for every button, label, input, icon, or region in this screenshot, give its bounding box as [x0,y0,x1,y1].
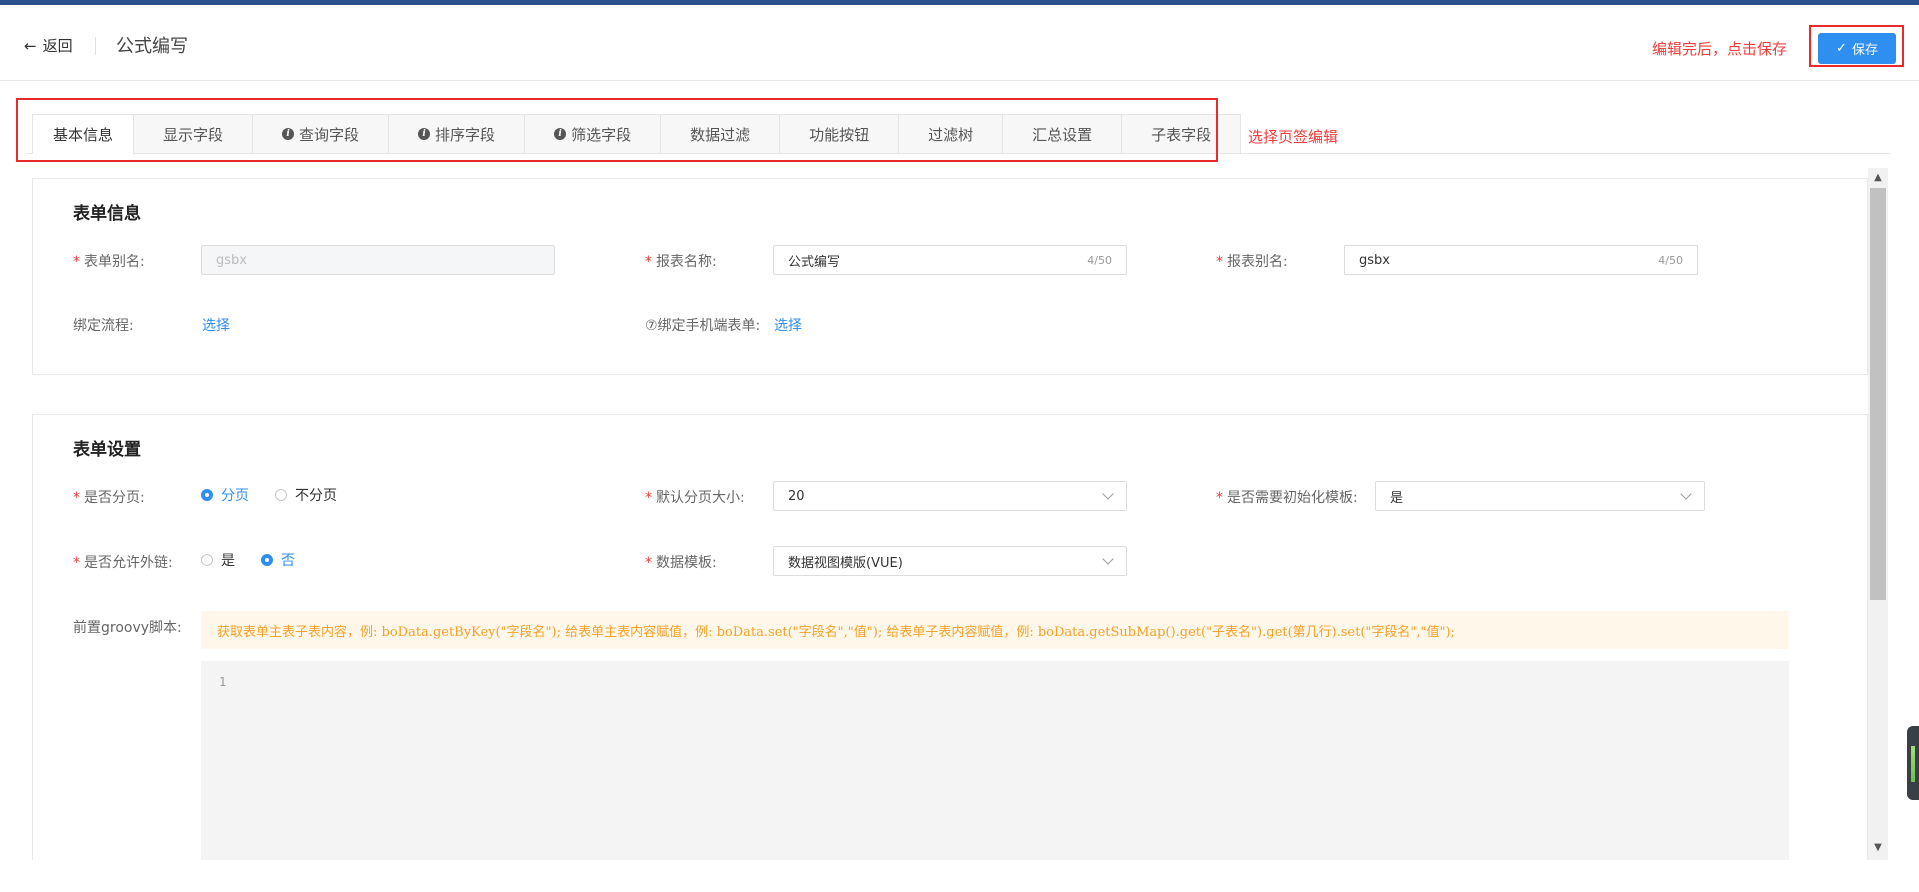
scroll-down-icon[interactable]: ▼ [1872,842,1884,854]
report-name-label: * 报表名称: [645,254,717,270]
groovy-script-label: 前置groovy脚本: [73,620,182,636]
data-template-select[interactable]: 数据视图模版(VUE) [773,546,1127,576]
external-link-radio-yes[interactable]: 是 [201,550,235,570]
page-header: ← 返回 公式编写 编辑完后，点击保存 ✓ 保存 [0,5,1919,81]
external-link-radio-no[interactable]: 否 [261,550,295,570]
tabs-annotation-box [16,98,1218,162]
init-template-select[interactable]: 是 [1375,481,1705,511]
groovy-tip-bar: 获取表单主表子表内容，例: boData.getByKey("字段名"); 给表… [201,611,1789,649]
init-template-label: * 是否需要初始化模板: [1216,490,1358,506]
form-info-title: 表单信息 [73,204,141,224]
form-alias-label: * 表单别名: [73,254,145,270]
chevron-down-icon [1680,488,1692,500]
header-divider [95,37,96,55]
report-name-input[interactable]: 公式编写 4/50 [773,245,1127,275]
chevron-down-icon [1102,488,1114,500]
paging-radio-yes[interactable]: 分页 [201,485,249,505]
paging-radio-no[interactable]: 不分页 [275,485,337,505]
page-title: 公式编写 [116,36,188,57]
report-name-counter: 4/50 [1087,253,1112,267]
save-button-label: 保存 [1851,43,1878,58]
page-size-label: * 默认分页大小: [645,490,745,506]
save-hint-annotation: 编辑完后，点击保存 [1652,40,1788,58]
report-alias-label: * 报表别名: [1216,254,1288,270]
form-settings-card: 表单设置 * 是否分页: 分页 不分页 * 默认分页大小: 20 * 是否需要初始化模… [32,414,1868,860]
external-link-radio-group: 是 否 [201,550,321,570]
back-label: 返回 [42,37,73,55]
data-template-label: * 数据模板: [645,555,717,571]
check-icon: ✓ [1836,41,1847,56]
tabs-hint-annotation: 选择页签编辑 [1248,128,1339,146]
back-button[interactable]: ← 返回 [24,35,73,56]
arrow-left-icon: ← [24,36,37,55]
scrollbar-thumb[interactable] [1870,188,1886,600]
content-area: 表单信息 * 表单别名: gsbx * 报表名称: 公式编写 4/50 * 报表别名: … [32,168,1868,860]
side-widget-handle[interactable] [1907,726,1919,800]
page-size-select[interactable]: 20 [773,481,1127,511]
bind-mobile-form-label: ⑦绑定手机端表单: [645,318,761,334]
bind-mobile-form-select-link[interactable]: 选择 [774,315,802,335]
external-link-label: * 是否允许外链: [73,555,173,571]
paging-radio-group: 分页 不分页 [201,485,363,505]
form-settings-title: 表单设置 [73,440,141,460]
report-alias-input[interactable]: gsbx 4/50 [1344,245,1698,275]
save-button[interactable]: ✓ 保存 [1818,33,1896,64]
bind-flow-select-link[interactable]: 选择 [202,315,230,335]
scroll-up-icon[interactable]: ▲ [1872,172,1884,184]
paging-label: * 是否分页: [73,490,145,506]
groovy-code-editor[interactable]: 1 [201,661,1789,860]
bind-flow-label: 绑定流程: [73,318,134,334]
form-alias-input[interactable]: gsbx [201,245,555,275]
report-alias-counter: 4/50 [1658,253,1683,267]
editor-line-number: 1 [219,675,227,689]
form-info-card: 表单信息 * 表单别名: gsbx * 报表名称: 公式编写 4/50 * 报表别名: … [32,178,1868,375]
chevron-down-icon [1102,553,1114,565]
